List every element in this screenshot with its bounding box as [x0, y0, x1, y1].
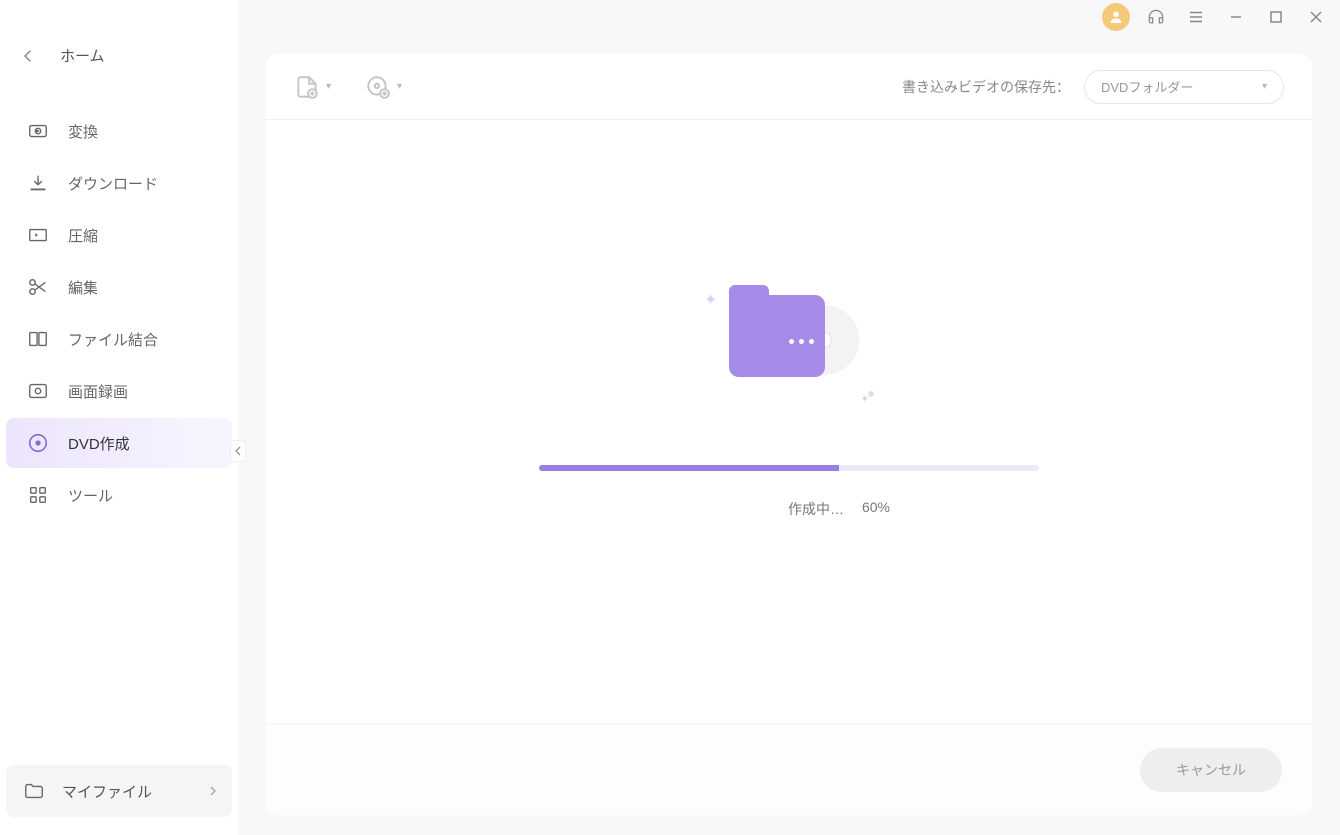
folder-shape [729, 295, 825, 377]
sidebar-item-compress[interactable]: 圧縮 [6, 210, 232, 260]
nav-label: DVD作成 [68, 433, 130, 454]
progress-status: 作成中… [788, 499, 844, 519]
select-value: DVDフォルダー [1101, 77, 1262, 96]
nav-label: ダウンロード [68, 173, 158, 194]
merge-icon [26, 327, 50, 351]
support-button[interactable] [1142, 3, 1170, 31]
toolbar-right: 書き込みビデオの保存先： DVDフォルダー ▾ [902, 70, 1284, 104]
dvd-icon [26, 431, 50, 455]
minimize-button[interactable] [1222, 3, 1250, 31]
convert-icon [26, 119, 50, 143]
tools-icon [26, 483, 50, 507]
nav-label: ツール [68, 485, 113, 506]
sidebar-item-convert[interactable]: 変換 [6, 106, 232, 156]
chevron-down-icon: ▾ [326, 81, 331, 92]
toolbar: ▾ ▾ 書き込みビデオの保存先： DVDフォルダー ▾ [266, 54, 1312, 120]
close-icon [1309, 10, 1323, 24]
headset-icon [1146, 7, 1166, 27]
chevron-left-icon [20, 48, 36, 64]
my-files-label: マイファイル [62, 781, 210, 802]
sidebar-item-dvd[interactable]: DVD作成 [6, 418, 232, 468]
content-card: ▾ ▾ 書き込みビデオの保存先： DVDフォルダー ▾ ✦ [266, 54, 1312, 815]
main-area: ▾ ▾ 書き込みビデオの保存先： DVDフォルダー ▾ ✦ [238, 0, 1340, 835]
nav-label: 画面録画 [68, 381, 128, 402]
sidebar-item-screen-record[interactable]: 画面録画 [6, 366, 232, 416]
maximize-button[interactable] [1262, 3, 1290, 31]
toolbar-left: ▾ ▾ [294, 74, 402, 100]
progress-bar [539, 465, 1039, 471]
download-icon [26, 171, 50, 195]
user-avatar-button[interactable] [1102, 3, 1130, 31]
save-to-label: 書き込みビデオの保存先： [902, 77, 1070, 97]
progress-percent: 60% [862, 499, 890, 519]
nav-label: 変換 [68, 121, 98, 142]
user-icon [1108, 9, 1124, 25]
hamburger-icon [1187, 8, 1205, 26]
progress-text: 作成中… 60% [539, 499, 1039, 519]
sidebar-footer: マイファイル [0, 747, 238, 835]
chevron-down-icon: ▾ [1262, 81, 1267, 92]
sparkle-icon: ✦ [704, 290, 717, 310]
menu-button[interactable] [1182, 3, 1210, 31]
maximize-icon [1269, 10, 1283, 24]
sidebar: ホーム 変換 ダウンロード 圧縮 編集 [0, 0, 238, 835]
add-file-button[interactable]: ▾ [294, 74, 331, 100]
sidebar-item-download[interactable]: ダウンロード [6, 158, 232, 208]
save-to-select[interactable]: DVDフォルダー ▾ [1084, 70, 1284, 104]
sidebar-item-tools[interactable]: ツール [6, 470, 232, 520]
my-files-button[interactable]: マイファイル [6, 765, 232, 817]
chevron-right-icon [210, 786, 216, 796]
sidebar-item-edit[interactable]: 編集 [6, 262, 232, 312]
progress-fill [539, 465, 839, 471]
add-disc-button[interactable]: ▾ [365, 74, 402, 100]
compress-icon [26, 223, 50, 247]
sidebar-nav: ホーム 変換 ダウンロード 圧縮 編集 [0, 0, 238, 747]
sidebar-item-merge[interactable]: ファイル結合 [6, 314, 232, 364]
chevron-left-icon [235, 446, 241, 456]
progress-area: ✦ ✦ 作成中… 60% [266, 120, 1312, 723]
file-plus-icon [294, 74, 320, 100]
sidebar-home[interactable]: ホーム [0, 35, 238, 76]
minimize-icon [1229, 10, 1243, 24]
cancel-button[interactable]: キャンセル [1140, 748, 1282, 792]
nav-label: 編集 [68, 277, 98, 298]
footer-bar: キャンセル [266, 723, 1312, 815]
sidebar-collapse-handle[interactable] [230, 440, 246, 462]
chevron-down-icon: ▾ [397, 81, 402, 92]
scissors-icon [26, 275, 50, 299]
titlebar [238, 0, 1340, 34]
folder-icon [22, 779, 46, 803]
home-label: ホーム [60, 45, 105, 66]
nav-label: ファイル結合 [68, 329, 158, 350]
progress-illustration: ✦ ✦ [699, 285, 879, 405]
close-button[interactable] [1302, 3, 1330, 31]
dot-icon [868, 391, 874, 397]
screen-record-icon [26, 379, 50, 403]
nav-label: 圧縮 [68, 225, 98, 246]
disc-plus-icon [365, 74, 391, 100]
